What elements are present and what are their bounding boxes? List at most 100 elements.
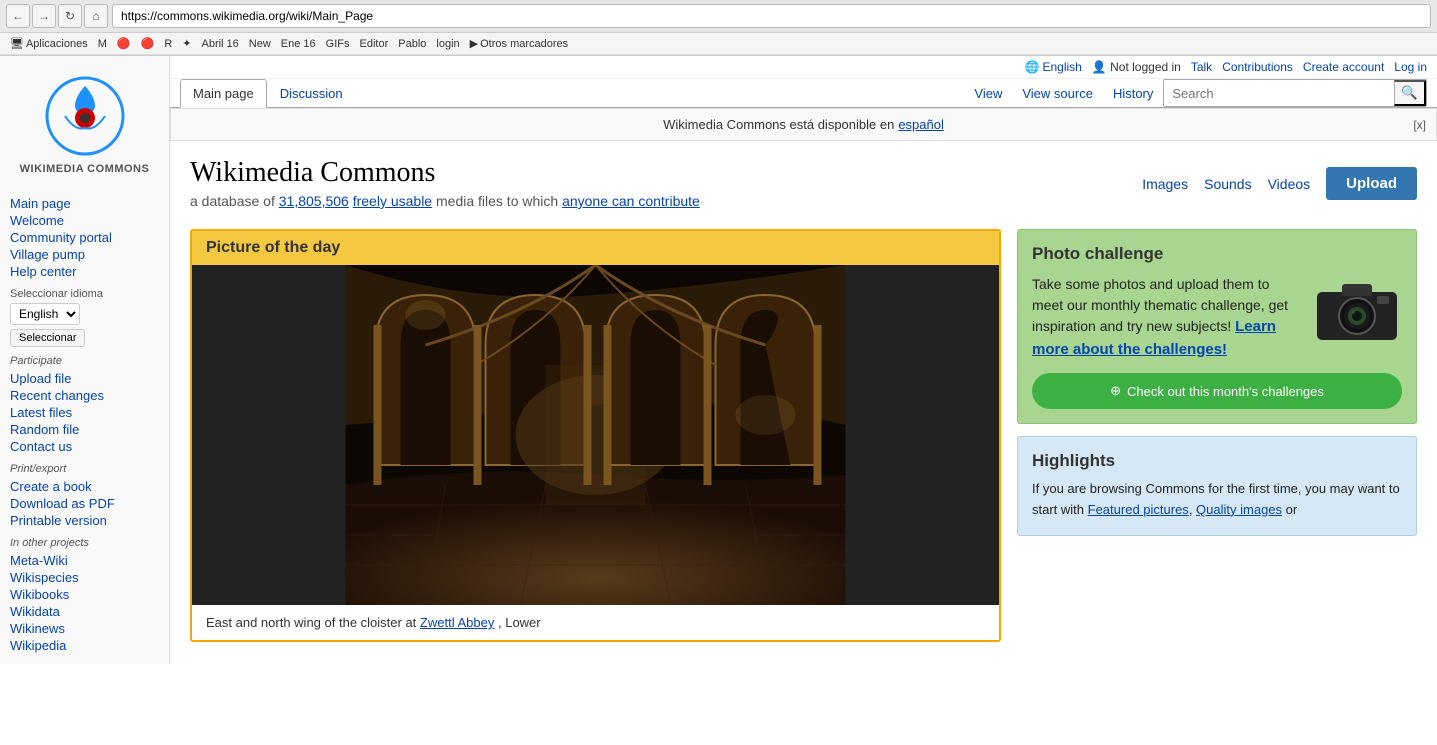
language-icon: 🌐: [1025, 60, 1040, 74]
contributions-link[interactable]: Contributions: [1222, 60, 1293, 74]
bookmark-gifs[interactable]: GIFs: [322, 36, 354, 52]
tab-history[interactable]: History: [1103, 80, 1163, 107]
content-right: Photo challenge Take some photos and upl…: [1017, 229, 1417, 642]
tab-actions: View View source History 🔍: [964, 79, 1427, 107]
upload-button[interactable]: Upload: [1326, 167, 1417, 200]
sidebar-item-village-pump[interactable]: Village pump: [10, 246, 159, 263]
bookmark-login[interactable]: login: [432, 36, 463, 52]
top-bar: 🌐 English 👤 Not logged in Talk Contribut…: [170, 56, 1437, 79]
bookmark-others[interactable]: ▶ Otros marcadores: [466, 35, 573, 52]
address-bar[interactable]: [112, 4, 1431, 28]
sidebar-item-wikidata[interactable]: Wikidata: [10, 603, 159, 620]
bookmark-pablo[interactable]: Pablo: [394, 36, 430, 52]
participate-label: Participate: [10, 355, 159, 367]
sidebar-item-welcome[interactable]: Welcome: [10, 212, 159, 229]
bookmark-editor[interactable]: Editor: [356, 36, 393, 52]
bookmarks-bar: 🖥 Aplicaciones M 🔴 🔴 R ✦ Abril 16 New En…: [0, 33, 1437, 55]
challenge-btn-icon: ⊕: [1110, 383, 1121, 399]
images-button[interactable]: Images: [1142, 176, 1188, 192]
notice-link[interactable]: español: [898, 117, 944, 132]
tab-bar: Main page Discussion View View source Hi…: [170, 79, 1437, 108]
talk-link[interactable]: Talk: [1191, 60, 1212, 74]
seleccionar-button[interactable]: Seleccionar: [10, 329, 85, 347]
notice-close-button[interactable]: [x]: [1413, 118, 1426, 132]
potd-header: Picture of the day: [192, 231, 999, 265]
sidebar-item-community-portal[interactable]: Community portal: [10, 229, 159, 246]
logo-area: WIKIMEDIA COMMONS: [10, 66, 159, 185]
count-link[interactable]: 31,805,506: [279, 193, 349, 209]
bookmark-new[interactable]: New: [245, 36, 275, 52]
contribute-link[interactable]: anyone can contribute: [562, 193, 700, 209]
tab-view-source[interactable]: View source: [1012, 80, 1103, 107]
log-in-link[interactable]: Log in: [1394, 60, 1427, 74]
search-button[interactable]: 🔍: [1394, 80, 1426, 106]
notice-text: Wikimedia Commons está disponible en: [663, 117, 894, 132]
sidebar-item-wikispecies[interactable]: Wikispecies: [10, 569, 159, 586]
sidebar-item-contact-us[interactable]: Contact us: [10, 438, 159, 455]
wiki-title: Wikimedia Commons: [190, 157, 700, 189]
potd-link[interactable]: Zwettl Abbey: [420, 615, 494, 630]
home-button[interactable]: ⌂: [84, 4, 108, 28]
highlights-header: Highlights: [1032, 451, 1402, 471]
featured-pictures-link[interactable]: Featured pictures: [1088, 502, 1189, 517]
videos-button[interactable]: Videos: [1268, 176, 1311, 192]
bookmark-5[interactable]: ✦: [178, 35, 195, 52]
browser-toolbar: ← → ↻ ⌂: [0, 0, 1437, 33]
tab-view[interactable]: View: [964, 80, 1012, 107]
not-logged-in: 👤 Not logged in: [1092, 60, 1181, 74]
back-button[interactable]: ←: [6, 4, 30, 28]
wikimedia-commons-logo: [45, 76, 125, 156]
check-challenges-button[interactable]: ⊕ Check out this month's challenges: [1032, 373, 1402, 409]
bookmark-4[interactable]: R: [160, 36, 176, 52]
bookmark-ene[interactable]: Ene 16: [277, 36, 320, 52]
print-export-label: Print/export: [10, 463, 159, 475]
sidebar-item-recent-changes[interactable]: Recent changes: [10, 387, 159, 404]
forward-button[interactable]: →: [32, 4, 56, 28]
sidebar-item-create-book[interactable]: Create a book: [10, 478, 159, 495]
camera-icon-container: [1312, 274, 1402, 347]
sounds-button[interactable]: Sounds: [1204, 176, 1251, 192]
bookmark-gmail[interactable]: M: [94, 36, 111, 52]
search-box: 🔍: [1163, 79, 1427, 107]
quality-images-link[interactable]: Quality images: [1196, 502, 1282, 517]
camera-icon: [1312, 274, 1402, 344]
tab-discussion[interactable]: Discussion: [267, 79, 356, 108]
logo-text: WIKIMEDIA COMMONS: [10, 163, 159, 175]
main-content: Wikimedia Commons a database of 31,805,5…: [170, 141, 1437, 658]
create-account-link[interactable]: Create account: [1303, 60, 1384, 74]
address-bar-container: [112, 4, 1431, 28]
browser-chrome: ← → ↻ ⌂ 🖥 Aplicaciones M 🔴 🔴 R ✦ Abril 1…: [0, 0, 1437, 56]
other-projects-label: In other projects: [10, 537, 159, 549]
challenge-body: Take some photos and upload them to meet…: [1032, 274, 1402, 361]
language-dropdown[interactable]: English: [10, 303, 80, 325]
bookmark-2[interactable]: 🔴: [113, 35, 135, 52]
top-bar-language: 🌐 English: [1025, 60, 1082, 74]
top-bar-english[interactable]: English: [1042, 60, 1081, 74]
wiki-title-area: Wikimedia Commons a database of 31,805,5…: [190, 157, 700, 209]
tab-main-page[interactable]: Main page: [180, 79, 267, 108]
sidebar-item-latest-files[interactable]: Latest files: [10, 404, 159, 421]
nav-buttons: ← → ↻ ⌂: [6, 4, 108, 28]
sidebar-item-printable-version[interactable]: Printable version: [10, 512, 159, 529]
search-input[interactable]: [1164, 83, 1394, 104]
lang-select-container: English: [10, 303, 159, 325]
sidebar-item-wikibooks[interactable]: Wikibooks: [10, 586, 159, 603]
sidebar-item-main-page[interactable]: Main page: [10, 195, 159, 212]
freely-usable-link[interactable]: freely usable: [353, 193, 432, 209]
wiki-header: Wikimedia Commons a database of 31,805,5…: [190, 157, 1417, 209]
sidebar-item-wikipedia[interactable]: Wikipedia: [10, 637, 159, 654]
challenge-header: Photo challenge: [1032, 244, 1402, 264]
bookmark-3[interactable]: 🔴: [137, 35, 159, 52]
media-buttons: Images Sounds Videos Upload: [1142, 167, 1417, 200]
sidebar: WIKIMEDIA COMMONS Main page Welcome Comm…: [0, 56, 170, 664]
reload-button[interactable]: ↻: [58, 4, 82, 28]
sidebar-item-wikinews[interactable]: Wikinews: [10, 620, 159, 637]
bookmark-aplicaciones[interactable]: 🖥 Aplicaciones: [6, 35, 92, 52]
sidebar-item-random-file[interactable]: Random file: [10, 421, 159, 438]
sidebar-item-download-pdf[interactable]: Download as PDF: [10, 495, 159, 512]
bookmark-abril[interactable]: Abril 16: [197, 36, 242, 52]
sidebar-item-help-center[interactable]: Help center: [10, 263, 159, 280]
sidebar-item-meta-wiki[interactable]: Meta-Wiki: [10, 552, 159, 569]
potd-image: [192, 265, 999, 605]
sidebar-item-upload-file[interactable]: Upload file: [10, 370, 159, 387]
